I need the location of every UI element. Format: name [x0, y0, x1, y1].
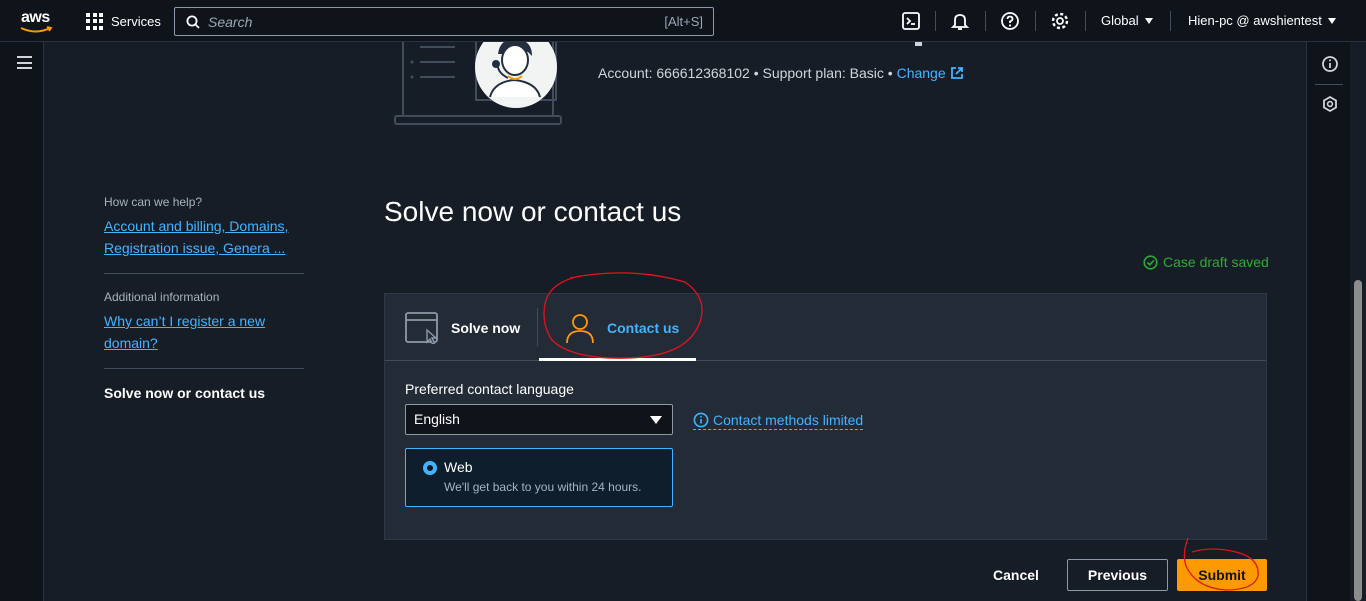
- nav-divider: [935, 11, 936, 31]
- language-value: English: [414, 411, 460, 427]
- caret-down-icon: [650, 416, 662, 424]
- search-shortcut-hint: [Alt+S]: [664, 14, 703, 29]
- change-plan-link[interactable]: Change: [897, 65, 964, 81]
- language-label: Preferred contact language: [405, 381, 574, 397]
- tab-contact-us[interactable]: Contact us: [565, 294, 679, 361]
- scrollbar-thumb[interactable]: [1354, 280, 1362, 601]
- tab-divider: [537, 308, 538, 346]
- region-label: Global: [1101, 13, 1139, 28]
- support-agent-illustration: [394, 42, 562, 125]
- step-current: Solve now or contact us: [104, 385, 266, 401]
- region-selector[interactable]: Global: [1101, 13, 1153, 28]
- step-link-additional-info[interactable]: Why can’t I register a new domain?: [104, 310, 304, 354]
- active-tab-indicator: [539, 358, 696, 361]
- contact-method-web[interactable]: Web We'll get back to you within 24 hour…: [405, 448, 673, 507]
- hamburger-menu-icon[interactable]: [17, 56, 32, 73]
- tabs: Solve now Contact us: [385, 294, 1266, 361]
- page-title: Solve now or contact us: [384, 196, 682, 227]
- account-text: Account: 666612368102 • Support plan: Ba…: [598, 65, 897, 81]
- method-title: Web: [444, 459, 473, 475]
- caret-down-icon: [1327, 17, 1336, 24]
- info-icon: [693, 412, 709, 428]
- tab-label: Solve now: [451, 319, 521, 336]
- top-navigation: aws Services [Alt+S] Global Hien-pc @ aw…: [0, 0, 1366, 42]
- hexagon-icon[interactable]: [1321, 95, 1339, 113]
- cloudshell-icon[interactable]: [901, 11, 921, 31]
- tab-solve-now[interactable]: Solve now: [405, 294, 520, 361]
- services-label: Services: [111, 13, 161, 29]
- submit-button[interactable]: Submit: [1177, 559, 1267, 591]
- bell-icon[interactable]: [950, 11, 970, 31]
- previous-button[interactable]: Previous: [1067, 559, 1168, 591]
- info-icon[interactable]: [1321, 55, 1339, 73]
- help-icon[interactable]: [1000, 11, 1020, 31]
- cancel-button[interactable]: Cancel: [980, 560, 1052, 591]
- step-label: How can we help?: [104, 195, 203, 209]
- tab-label: Contact us: [607, 319, 680, 336]
- header-title-fragment: [915, 42, 922, 46]
- person-icon: [566, 313, 594, 343]
- smile-arrow-icon: [20, 26, 53, 33]
- caret-down-icon: [1144, 17, 1153, 24]
- contact-methods-limited-link[interactable]: Contact methods limited: [693, 412, 864, 430]
- draft-status: Case draft saved: [1143, 254, 1269, 270]
- nav-divider: [985, 11, 986, 31]
- check-circle-icon: [1143, 254, 1158, 270]
- change-label: Change: [896, 65, 946, 81]
- search-box[interactable]: [Alt+S]: [174, 7, 714, 36]
- nav-divider: [1085, 11, 1086, 31]
- browser-window-icon: [405, 311, 438, 344]
- user-label: Hien-pc @ awshientest: [1188, 13, 1322, 28]
- search-input[interactable]: [200, 13, 665, 30]
- nav-divider: [1170, 11, 1171, 31]
- right-rail: [1306, 42, 1350, 601]
- solve-contact-panel: Solve now Contact us Preferred contact l…: [384, 293, 1267, 540]
- step-divider: [104, 273, 304, 274]
- search-icon: [186, 15, 200, 29]
- services-menu-button[interactable]: Services: [86, 10, 161, 32]
- logo-text: aws: [21, 9, 50, 26]
- scrollbar[interactable]: [1350, 42, 1366, 601]
- draft-status-text: Case draft saved: [1163, 254, 1269, 270]
- left-rail: [0, 42, 44, 601]
- step-link-how-can-we-help[interactable]: Account and billing, Domains, Registrati…: [104, 215, 304, 259]
- account-info: Account: 666612368102 • Support plan: Ba…: [598, 65, 964, 81]
- grid-icon: [86, 12, 103, 30]
- rail-divider: [1315, 84, 1343, 85]
- aws-logo[interactable]: aws: [18, 8, 58, 34]
- language-select[interactable]: English: [405, 404, 673, 435]
- nav-divider: [1035, 11, 1036, 31]
- step-label: Additional information: [104, 290, 220, 304]
- account-menu[interactable]: Hien-pc @ awshientest: [1188, 13, 1336, 28]
- limited-label: Contact methods limited: [713, 412, 864, 428]
- method-description: We'll get back to you within 24 hours.: [444, 480, 642, 494]
- step-divider: [104, 368, 304, 369]
- settings-gear-icon[interactable]: [1050, 11, 1070, 31]
- wizard-steps: How can we help? Account and billing, Do…: [104, 195, 304, 401]
- radio-selected[interactable]: [423, 461, 437, 475]
- external-link-icon: [950, 67, 963, 79]
